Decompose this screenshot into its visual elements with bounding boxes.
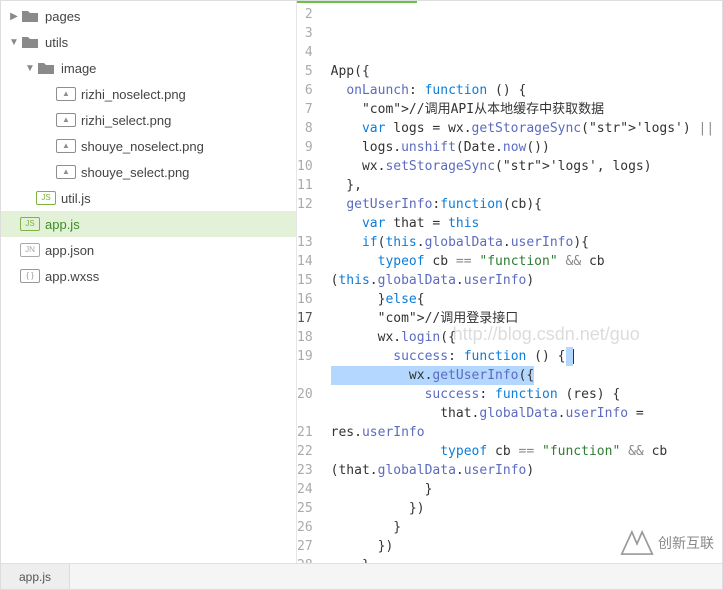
code-line[interactable]: wx.getUserInfo({: [331, 366, 722, 385]
tree-item-app-js[interactable]: JS app.js: [1, 211, 296, 237]
expand-arrow-icon[interactable]: ▶: [7, 11, 21, 22]
tab-app-js[interactable]: app.js: [1, 564, 70, 589]
editor-tabbar[interactable]: app.js: [1, 563, 722, 589]
code-line[interactable]: },: [331, 176, 722, 195]
line-gutter: 23456789101112 13141516171819 20 2122232…: [297, 1, 323, 563]
tree-item-label: utils: [45, 35, 68, 50]
folder-icon: [21, 33, 39, 51]
code-line[interactable]: "com">//调用登录接口: [331, 309, 722, 328]
tree-item-utils[interactable]: ▼ utils: [1, 29, 296, 55]
brand-logo-icon: [620, 528, 654, 558]
tree-item-util-js[interactable]: JS util.js: [1, 185, 296, 211]
tree-item-shouye_noselect-png[interactable]: ▲ shouye_noselect.png: [1, 133, 296, 159]
tree-item-rizhi_noselect-png[interactable]: ▲ rizhi_noselect.png: [1, 81, 296, 107]
code-line[interactable]: (that.globalData.userInfo): [331, 461, 722, 480]
image-file-icon: ▲: [57, 111, 75, 129]
js-file-icon: JS: [21, 215, 39, 233]
code-line[interactable]: onLaunch: function () {: [331, 81, 722, 100]
code-line[interactable]: res.userInfo: [331, 423, 722, 442]
tree-item-label: image: [61, 61, 96, 76]
code-line[interactable]: typeof cb == "function" && cb: [331, 442, 722, 461]
tree-item-shouye_select-png[interactable]: ▲ shouye_select.png: [1, 159, 296, 185]
tree-item-label: app.js: [45, 217, 80, 232]
code-line[interactable]: "com">//调用API从本地缓存中获取数据: [331, 100, 722, 119]
code-line[interactable]: }else{: [331, 290, 722, 309]
code-editor[interactable]: 23456789101112 13141516171819 20 2122232…: [297, 1, 722, 563]
code-line[interactable]: var that = this: [331, 214, 722, 233]
code-line[interactable]: }): [331, 499, 722, 518]
tree-item-label: rizhi_select.png: [81, 113, 171, 128]
folder-icon: [37, 59, 55, 77]
tree-item-label: util.js: [61, 191, 91, 206]
folder-icon: [21, 7, 39, 25]
tree-item-label: shouye_noselect.png: [81, 139, 204, 154]
expand-arrow-icon[interactable]: ▼: [7, 37, 21, 48]
tree-item-pages[interactable]: ▶ pages: [1, 3, 296, 29]
tree-item-label: shouye_select.png: [81, 165, 189, 180]
file-tree[interactable]: ▶ pages ▼ utils ▼ image ▲ rizhi_noselect.png ▲ ri…: [1, 1, 297, 563]
tree-item-label: rizhi_noselect.png: [81, 87, 186, 102]
code-line[interactable]: getUserInfo:function(cb){: [331, 195, 722, 214]
code-area[interactable]: http://blog.csdn.net/guo App({ onLaunch:…: [323, 1, 722, 563]
code-line[interactable]: }: [331, 480, 722, 499]
code-line[interactable]: success: function (res) {: [331, 385, 722, 404]
brand-watermark: 创新互联: [616, 525, 718, 561]
code-line[interactable]: that.globalData.userInfo =: [331, 404, 722, 423]
image-file-icon: ▲: [57, 85, 75, 103]
wxss-file-icon: { }: [21, 267, 39, 285]
tree-item-label: app.wxss: [45, 269, 99, 284]
code-line[interactable]: logs.unshift(Date.now()): [331, 138, 722, 157]
tree-item-image[interactable]: ▼ image: [1, 55, 296, 81]
tree-item-rizhi_select-png[interactable]: ▲ rizhi_select.png: [1, 107, 296, 133]
code-line[interactable]: var logs = wx.getStorageSync("str">'logs…: [331, 119, 722, 138]
code-line[interactable]: if(this.globalData.userInfo){: [331, 233, 722, 252]
expand-arrow-icon[interactable]: ▼: [23, 63, 37, 74]
json-file-icon: JN: [21, 241, 39, 259]
js-file-icon: JS: [37, 189, 55, 207]
code-line[interactable]: typeof cb == "function" && cb: [331, 252, 722, 271]
tree-item-app-json[interactable]: JN app.json: [1, 237, 296, 263]
code-line[interactable]: App({: [331, 62, 722, 81]
code-line[interactable]: (this.globalData.userInfo): [331, 271, 722, 290]
brand-text: 创新互联: [658, 533, 714, 553]
image-file-icon: ▲: [57, 163, 75, 181]
tree-item-label: app.json: [45, 243, 94, 258]
code-line[interactable]: success: function () {: [331, 347, 722, 366]
code-line[interactable]: wx.login({: [331, 328, 722, 347]
code-line[interactable]: wx.setStorageSync("str">'logs', logs): [331, 157, 722, 176]
tree-item-app-wxss[interactable]: { } app.wxss: [1, 263, 296, 289]
image-file-icon: ▲: [57, 137, 75, 155]
tree-item-label: pages: [45, 9, 80, 24]
